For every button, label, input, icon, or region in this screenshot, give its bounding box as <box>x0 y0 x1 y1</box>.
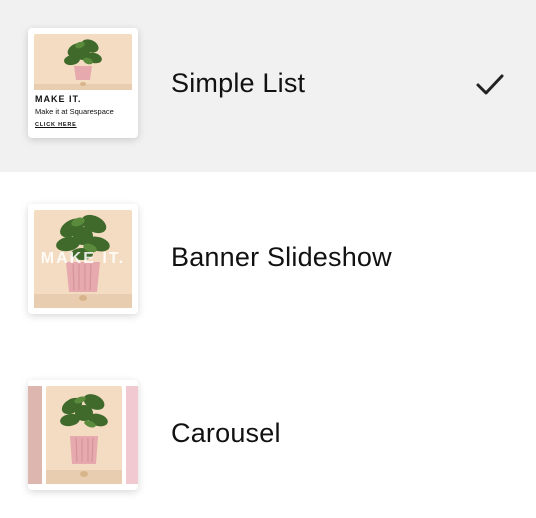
layout-option-simple-list[interactable]: MAKE IT. Make it at Squarespace CLICK HE… <box>0 0 536 172</box>
option-label-banner-slideshow: Banner Slideshow <box>171 242 392 272</box>
carousel-thumbnail <box>28 380 138 490</box>
option-label-carousel: Carousel <box>171 418 281 448</box>
thumbnail-subheading: Make it at Squarespace <box>35 107 114 116</box>
option-label-simple-list: Simple List <box>171 68 306 98</box>
layout-option-carousel[interactable]: Carousel <box>0 348 536 518</box>
thumbnail-heading: MAKE IT. <box>35 94 82 104</box>
layout-option-banner-slideshow[interactable]: MAKE IT. Banner Slideshow <box>0 172 536 348</box>
thumbnail-overlay-text: MAKE IT. <box>40 250 126 267</box>
thumbnail-link: CLICK HERE <box>35 122 77 128</box>
simple-list-thumbnail: MAKE IT. Make it at Squarespace CLICK HE… <box>28 28 138 138</box>
banner-slideshow-thumbnail: MAKE IT. <box>28 204 138 314</box>
checkmark-icon <box>476 74 504 95</box>
plant-image <box>28 386 138 484</box>
